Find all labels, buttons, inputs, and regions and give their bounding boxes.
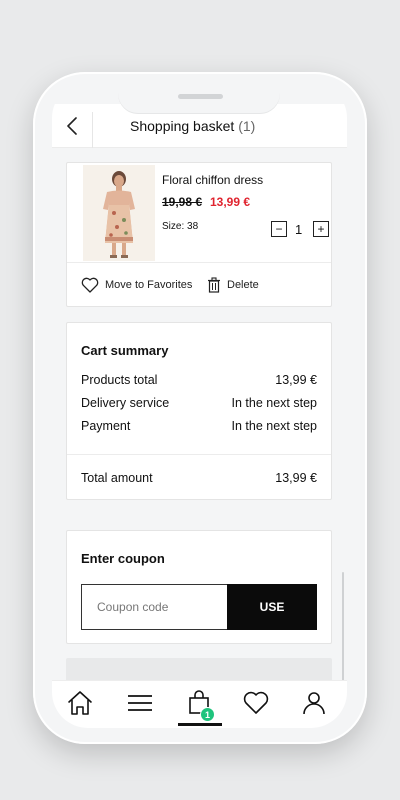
app-screen: Shopping basket (1) Floral chiffon dress… bbox=[52, 82, 347, 728]
header-divider bbox=[92, 112, 93, 148]
summary-row-value: In the next step bbox=[231, 419, 317, 433]
page-title-text: Shopping basket bbox=[130, 118, 235, 134]
scrollbar[interactable] bbox=[342, 572, 344, 682]
trash-icon bbox=[208, 277, 220, 293]
basket-item-card: Floral chiffon dress 19,98 € 13,99 € Siz… bbox=[66, 162, 332, 307]
phone-speaker bbox=[178, 94, 223, 99]
quantity-decrease-button[interactable]: − bbox=[271, 221, 287, 237]
heart-icon bbox=[81, 277, 99, 293]
delete-button[interactable]: Delete bbox=[207, 275, 259, 295]
use-coupon-button[interactable]: USE bbox=[227, 584, 317, 630]
nav-profile[interactable] bbox=[300, 689, 328, 717]
product-name[interactable]: Floral chiffon dress bbox=[162, 173, 263, 187]
summary-row-label: Delivery service bbox=[81, 396, 170, 410]
quantity-value: 1 bbox=[295, 222, 303, 237]
product-image[interactable] bbox=[83, 165, 155, 261]
user-icon bbox=[303, 692, 325, 715]
nav-home[interactable] bbox=[66, 689, 94, 717]
active-tab-indicator bbox=[178, 723, 222, 726]
total-amount-value: 13,99 € bbox=[275, 471, 317, 485]
product-size: Size: 38 bbox=[162, 221, 199, 232]
quantity-increase-button[interactable]: + bbox=[313, 221, 329, 237]
bottom-navigation: 1 bbox=[52, 680, 347, 728]
delete-label: Delete bbox=[227, 279, 259, 291]
move-to-favorites-label: Move to Favorites bbox=[105, 279, 193, 291]
nav-favorites[interactable] bbox=[242, 689, 270, 717]
bag-count-badge: 1 bbox=[200, 707, 215, 722]
cart-summary-card: Cart summary Products total 13,99 € Deli… bbox=[66, 322, 332, 500]
sale-price: 13,99 € bbox=[210, 195, 251, 209]
nav-menu[interactable] bbox=[126, 689, 154, 717]
heart-icon bbox=[243, 691, 269, 714]
move-to-favorites-button[interactable]: Move to Favorites bbox=[81, 275, 192, 295]
dress-image-icon bbox=[83, 165, 155, 261]
summary-row-value: 13,99 € bbox=[275, 373, 317, 387]
summary-row-label: Products total bbox=[81, 373, 158, 387]
coupon-card: Enter coupon USE bbox=[66, 530, 332, 644]
total-amount-label: Total amount bbox=[81, 471, 153, 485]
original-price: 19,98 € bbox=[162, 195, 203, 209]
summary-row-total: Total amount 13,99 € bbox=[81, 471, 317, 485]
chevron-left-icon bbox=[67, 117, 77, 135]
summary-divider bbox=[67, 454, 331, 455]
page-title: Shopping basket (1) bbox=[130, 118, 255, 134]
home-icon bbox=[68, 691, 92, 715]
back-button[interactable] bbox=[62, 114, 84, 138]
summary-row-label: Payment bbox=[81, 419, 131, 433]
item-divider bbox=[67, 262, 331, 263]
summary-row-payment: Payment In the next step bbox=[81, 419, 317, 433]
coupon-code-input[interactable] bbox=[81, 584, 227, 630]
coupon-title: Enter coupon bbox=[81, 551, 165, 566]
summary-row-products-total: Products total 13,99 € bbox=[81, 373, 317, 387]
cart-summary-title: Cart summary bbox=[81, 343, 169, 358]
basket-count: (1) bbox=[238, 118, 256, 134]
summary-row-delivery: Delivery service In the next step bbox=[81, 396, 317, 410]
menu-icon bbox=[128, 695, 152, 711]
summary-row-value: In the next step bbox=[231, 396, 317, 410]
